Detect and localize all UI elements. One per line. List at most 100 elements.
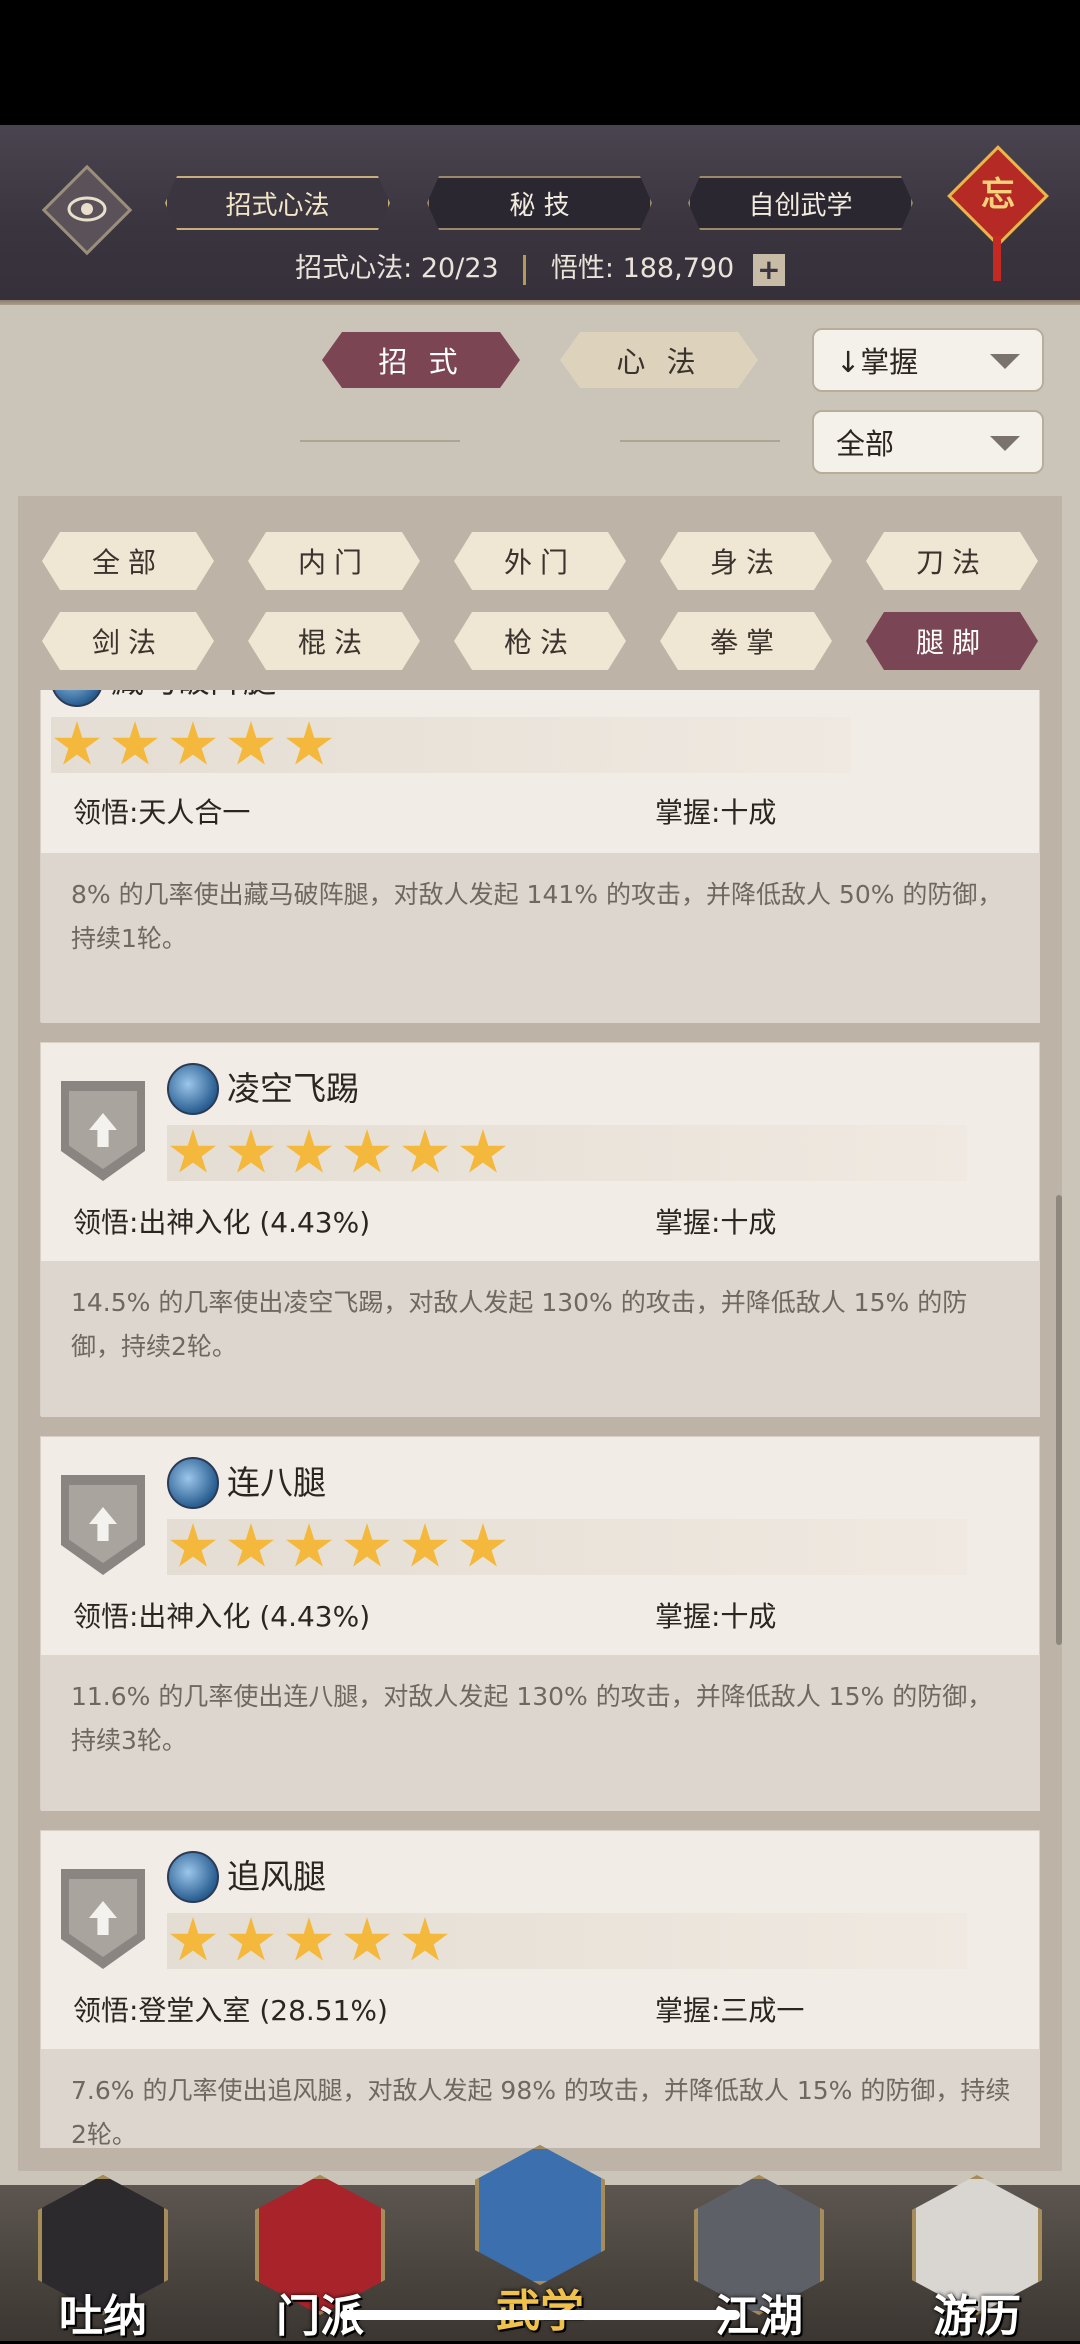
skill-card[interactable]: 追风腿 领悟:登堂入室 (28.51%) 掌握:三成一 7.6% 的几率使出追风… [40,1830,1040,2148]
category-tuijiao[interactable]: 腿脚 [866,612,1038,670]
star-icon [285,1523,333,1567]
scrollbar[interactable] [1056,1195,1062,1645]
header-stats: 招式心法: 20/23 悟性: 188,790 + [0,246,1080,286]
chevron-down-icon [990,354,1020,369]
status-bar [0,0,1080,125]
tab-label: 自创武学 [748,190,853,221]
upgrade-button[interactable] [61,1869,145,1969]
wuxing-value: 188,790 [622,253,735,284]
chip-label: 拳掌 [709,626,782,659]
star-icon [227,1917,275,1961]
upgrade-button[interactable] [61,1081,145,1181]
star-icon [111,721,159,765]
star-icon [343,1917,391,1961]
eye-icon [66,188,108,230]
star-icon [53,721,101,765]
star-icon [459,1523,507,1567]
zhangwo-text: 掌握:三成一 [655,1994,805,2027]
chip-label: 剑法 [91,626,164,659]
kick-skill-icon [167,1063,219,1115]
stat-value: 20/23 [420,253,499,284]
category-daofa[interactable]: 刀法 [866,532,1038,590]
category-quanzhang[interactable]: 拳掌 [660,612,832,670]
star-icon [227,1129,275,1173]
star-icon [343,1129,391,1173]
skill-card[interactable]: 凌空飞踢 领悟:出神入化 (4.43%) 掌握:十成 14.5% 的几率使出凌空… [40,1042,1040,1417]
star-icon [401,1523,449,1567]
tab-miji[interactable]: 秘 技 [427,176,652,230]
filter-dropdown[interactable]: 全部 [812,410,1044,474]
chip-label: 腿脚 [915,626,988,659]
divider [523,254,527,285]
tab-label: 招式心法 [225,190,330,221]
nav-tuna[interactable]: 吐纳 [28,2175,178,2342]
star-icon [169,1129,217,1173]
chip-label: 外门 [503,546,576,579]
arrow-up-icon [89,1901,117,1935]
tab-zichuang-wuxue[interactable]: 自创武学 [688,176,913,230]
kick-skill-icon [51,690,103,707]
filter-value: 全部 [836,427,895,461]
subtab-label: 心 法 [616,345,702,379]
zhangwo-text: 掌握:十成 [655,1206,777,1239]
skill-name: 藏马破阵腿 [111,690,276,707]
arrow-up-icon [89,1113,117,1147]
arrow-up-icon [89,1507,117,1541]
star-icon [401,1129,449,1173]
chip-label: 枪法 [503,626,576,659]
chip-label: 身法 [709,546,782,579]
upgrade-button[interactable] [61,1475,145,1575]
zhangwo-text: 掌握:十成 [655,1600,777,1633]
wuxing-label: 悟性: [550,253,614,284]
lingwu-text: 领悟:出神入化 (4.43%) [73,1600,371,1633]
skill-description: 11.6% 的几率使出连八腿，对敌人发起 130% 的攻击，并降低敌人 15% … [41,1655,1040,1811]
skill-name: 连八腿 [227,1463,326,1502]
skill-name: 追风腿 [227,1857,326,1896]
martial-book-icon [475,2145,605,2285]
star-rating [51,717,851,773]
lingwu-text: 领悟:天人合一 [73,796,251,829]
star-rating [167,1125,967,1181]
zhangwo-text: 掌握:十成 [655,796,777,829]
category-waimen[interactable]: 外门 [454,532,626,590]
kick-skill-icon [167,1457,219,1509]
star-icon [169,1523,217,1567]
category-gunfa[interactable]: 棍法 [248,612,420,670]
star-icon [401,1917,449,1961]
add-wuxing-button[interactable]: + [752,253,785,286]
star-icon [285,1129,333,1173]
category-qiangfa[interactable]: 枪法 [454,612,626,670]
skill-description: 14.5% 的几率使出凌空飞踢，对敌人发起 130% 的攻击，并降低敌人 15%… [41,1261,1040,1417]
nav-youli[interactable]: 游历 [902,2175,1052,2342]
category-shenfa[interactable]: 身法 [660,532,832,590]
nav-label: 武学 [465,2275,615,2339]
star-rating [167,1519,967,1575]
lingwu-text: 领悟:出神入化 (4.43%) [73,1206,371,1239]
tab-zhaoshi-xinfa[interactable]: 招式心法 [165,176,390,230]
chip-label: 内门 [297,546,370,579]
star-rating [167,1913,967,1969]
nav-label: 游历 [933,2291,1021,2342]
subtab-xinfa[interactable]: 心 法 [560,332,758,388]
skill-card[interactable]: 藏马破阵腿 领悟:天人合一 掌握:十成 8% 的几率使出藏马破阵腿，对敌人发起 … [40,690,1040,1023]
star-icon [227,721,275,765]
home-indicator [340,2310,740,2320]
subtab-zhaoshi[interactable]: 招 式 [322,332,520,388]
sort-dropdown[interactable]: ↓掌握 [812,328,1044,392]
nav-wuxue[interactable]: 武学 [465,2145,615,2337]
skill-description: 7.6% 的几率使出追风腿，对敌人发起 98% 的攻击，并降低敌人 15% 的防… [41,2049,1040,2148]
star-icon [227,1523,275,1567]
category-jianfa[interactable]: 剑法 [42,612,214,670]
star-icon [285,1917,333,1961]
star-icon [343,1523,391,1567]
kick-skill-icon [167,1851,219,1903]
chevron-down-icon [990,436,1020,451]
category-all[interactable]: 全部 [42,532,214,590]
skill-card[interactable]: 连八腿 领悟:出神入化 (4.43%) 掌握:十成 11.6% 的几率使出连八腿… [40,1436,1040,1811]
skill-list[interactable]: 藏马破阵腿 领悟:天人合一 掌握:十成 8% 的几率使出藏马破阵腿，对敌人发起 … [40,690,1040,2148]
subtab-label: 招 式 [378,345,464,379]
ornament-line [300,440,460,442]
nav-label: 吐纳 [59,2291,147,2342]
category-neimen[interactable]: 内门 [248,532,420,590]
skill-description: 8% 的几率使出藏马破阵腿，对敌人发起 141% 的攻击，并降低敌人 50% 的… [41,853,1040,1023]
